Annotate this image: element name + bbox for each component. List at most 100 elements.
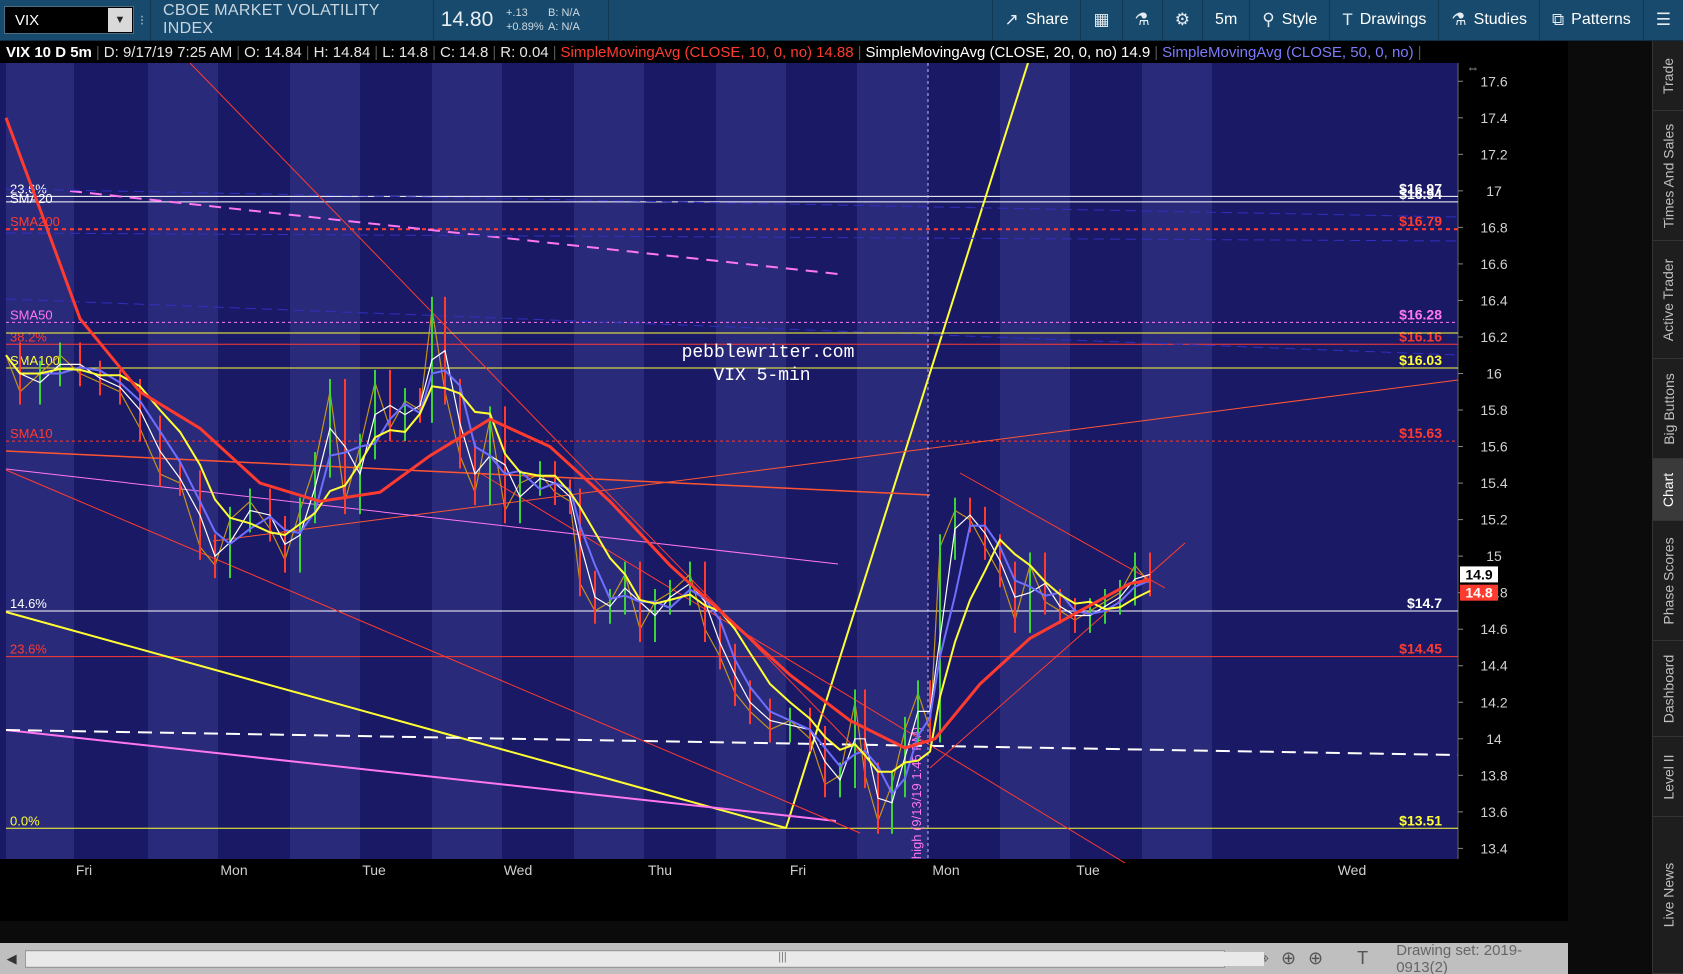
- scroll-track[interactable]: |||: [25, 949, 1265, 968]
- level-left-label: SMA100: [10, 353, 60, 368]
- tab-level-ii[interactable]: Level II: [1653, 737, 1683, 817]
- price-chart[interactable]: 17.6 17.4 17.2 17 16.8 16.6 16.4 16.2 16 15.8 15.6…: [0, 63, 1568, 921]
- studies-icon: ⚗: [1451, 10, 1467, 29]
- level-right-label: $14.45: [1399, 641, 1442, 657]
- time-axis: [0, 859, 1458, 921]
- symbol-input[interactable]: VIX ▼: [4, 6, 134, 34]
- sma20-label[interactable]: SimpleMovingAvg (CLOSE, 20, 0, no): [862, 44, 1118, 61]
- session-band: [716, 63, 786, 859]
- current-price-tag: 14.8: [1465, 585, 1492, 601]
- link-icon[interactable]: ⁝: [134, 12, 150, 29]
- patterns-icon: ⧉: [1552, 10, 1565, 29]
- bid-ask: B: N/A A: N/A: [548, 6, 608, 34]
- level-left-label: 14.6%: [10, 596, 47, 611]
- side-tabs: Trade Times And Sales Active Trader Big …: [1652, 41, 1683, 974]
- price-tick-label: 15.8: [1480, 402, 1507, 418]
- sma10-label[interactable]: SimpleMovingAvg (CLOSE, 10, 0, no): [557, 44, 813, 61]
- level-right-label: $15.63: [1399, 425, 1442, 441]
- header-high: H: 14.84: [313, 43, 371, 61]
- axis-zoom-icon: ⇔: [1467, 63, 1480, 75]
- style-button[interactable]: ⚲ Style: [1250, 0, 1329, 41]
- day-label: Fri: [76, 862, 92, 878]
- change-abs: +.13: [506, 7, 528, 19]
- settings-button[interactable]: ⚙: [1163, 0, 1202, 41]
- chart-header: VIX 10 D 5m | D: 9/17/19 7:25 AM | O: 14.8…: [0, 41, 1568, 63]
- menu-button[interactable]: ☰: [1644, 0, 1683, 41]
- interval-button[interactable]: 5m: [1203, 0, 1249, 41]
- price-tick-label: 13.4: [1480, 840, 1507, 856]
- header-close: C: 14.8: [439, 43, 489, 61]
- price-change: +.13 +0.89%: [500, 6, 548, 34]
- price-tick-label: 15: [1486, 548, 1502, 564]
- level-right-label: $13.51: [1399, 812, 1442, 828]
- level-left-label: SMA50: [10, 307, 53, 322]
- share-icon: ↗: [1004, 10, 1019, 29]
- text-drawing-icon[interactable]: T: [1349, 948, 1376, 969]
- level-left-label: SMA20: [10, 191, 53, 206]
- future-area: [1214, 63, 1410, 859]
- header-low: L: 14.8: [382, 43, 429, 61]
- chart-area[interactable]: 17.6 17.4 17.2 17 16.8 16.6 16.4 16.2 16 15.8 15.6…: [0, 63, 1568, 921]
- zoom-icon[interactable]: ⊕: [1302, 948, 1329, 969]
- header-range: R: 0.04: [500, 43, 549, 61]
- tab-times-and-sales[interactable]: Times And Sales: [1653, 111, 1683, 241]
- price-tick-label: 14.4: [1480, 658, 1507, 674]
- price-tick-label: 14: [1486, 731, 1502, 747]
- tab-trade[interactable]: Trade: [1653, 41, 1683, 111]
- price-tick-label: 17.4: [1480, 110, 1507, 126]
- level-right-label: $16.28: [1399, 306, 1442, 322]
- level-left-label: SMA200: [10, 214, 60, 229]
- tab-chart[interactable]: Chart: [1653, 459, 1683, 521]
- sma10-value: 14.88: [816, 43, 854, 61]
- sma20-value: 14.9: [1121, 43, 1151, 61]
- patterns-button[interactable]: ⧉ Patterns: [1540, 0, 1643, 41]
- level-left-label: 23.6%: [10, 642, 47, 657]
- hamburger-icon: ☰: [1655, 10, 1671, 29]
- style-icon: ⚲: [1262, 10, 1275, 29]
- chart-toolbar: VIX ▼ ⁝ CBOE MARKET VOLATILITY INDEX 14.…: [0, 0, 1683, 41]
- tab-dashboard[interactable]: Dashboard: [1653, 641, 1683, 737]
- level-right-label: $14.7: [1407, 595, 1442, 611]
- bid-value: B: N/A: [548, 7, 580, 19]
- drawing-set-label[interactable]: Drawing set: 2019-0913(2): [1396, 942, 1568, 974]
- ask-value: A: N/A: [548, 21, 580, 33]
- tab-big-buttons[interactable]: Big Buttons: [1653, 359, 1683, 459]
- price-tick-label: 13.6: [1480, 804, 1507, 820]
- day-label: Thu: [648, 862, 672, 878]
- drawings-button[interactable]: T Drawings: [1330, 0, 1438, 41]
- crosshair-icon[interactable]: ⊕: [1275, 948, 1302, 969]
- day-label: Wed: [1338, 862, 1367, 878]
- price-axis: [1458, 63, 1568, 921]
- price-tick-label: 15.6: [1480, 439, 1507, 455]
- scroll-thumb[interactable]: [26, 951, 1265, 966]
- studies-button[interactable]: ⚗ Studies: [1439, 0, 1539, 41]
- tab-active-trader[interactable]: Active Trader: [1653, 241, 1683, 359]
- symbol-dropdown-icon[interactable]: ▼: [108, 8, 132, 32]
- price-tick-label: 15.2: [1480, 512, 1507, 528]
- share-button[interactable]: ↗ Share: [993, 0, 1081, 41]
- symbol-description: CBOE MARKET VOLATILITY INDEX: [163, 2, 380, 37]
- last-price-tag: 14.9: [1465, 566, 1492, 582]
- level-left-label: 38.2%: [10, 329, 47, 344]
- header-date: D: 9/17/19 7:25 AM: [103, 43, 233, 61]
- price-tick-label: 14.2: [1480, 694, 1507, 710]
- day-label: Mon: [932, 862, 959, 878]
- session-band: [1142, 63, 1212, 859]
- level-left-label: 0.0%: [10, 813, 40, 828]
- tab-phase-scores[interactable]: Phase Scores: [1653, 521, 1683, 641]
- day-label: Wed: [504, 862, 533, 878]
- sma50-label[interactable]: SimpleMovingAvg (CLOSE, 50, 0, no): [1158, 44, 1414, 61]
- watermark-title: VIX 5-min: [713, 366, 810, 386]
- level-right-label: $16.16: [1399, 328, 1442, 344]
- scroll-grip-icon: |||: [778, 950, 787, 963]
- price-tick-label: 17: [1486, 183, 1502, 199]
- scroll-left-icon[interactable]: ◀: [0, 951, 23, 967]
- day-label: Mon: [220, 862, 247, 878]
- price-tick-label: 13.8: [1480, 767, 1507, 783]
- price-tick-label: 15.4: [1480, 475, 1507, 491]
- change-pct: +0.89%: [506, 21, 544, 33]
- tab-live-news[interactable]: Live News: [1653, 817, 1683, 974]
- chart-settings-button[interactable]: ▦: [1081, 0, 1121, 41]
- last-price: 14.80: [440, 8, 494, 31]
- flask-button[interactable]: ⚗: [1123, 0, 1162, 41]
